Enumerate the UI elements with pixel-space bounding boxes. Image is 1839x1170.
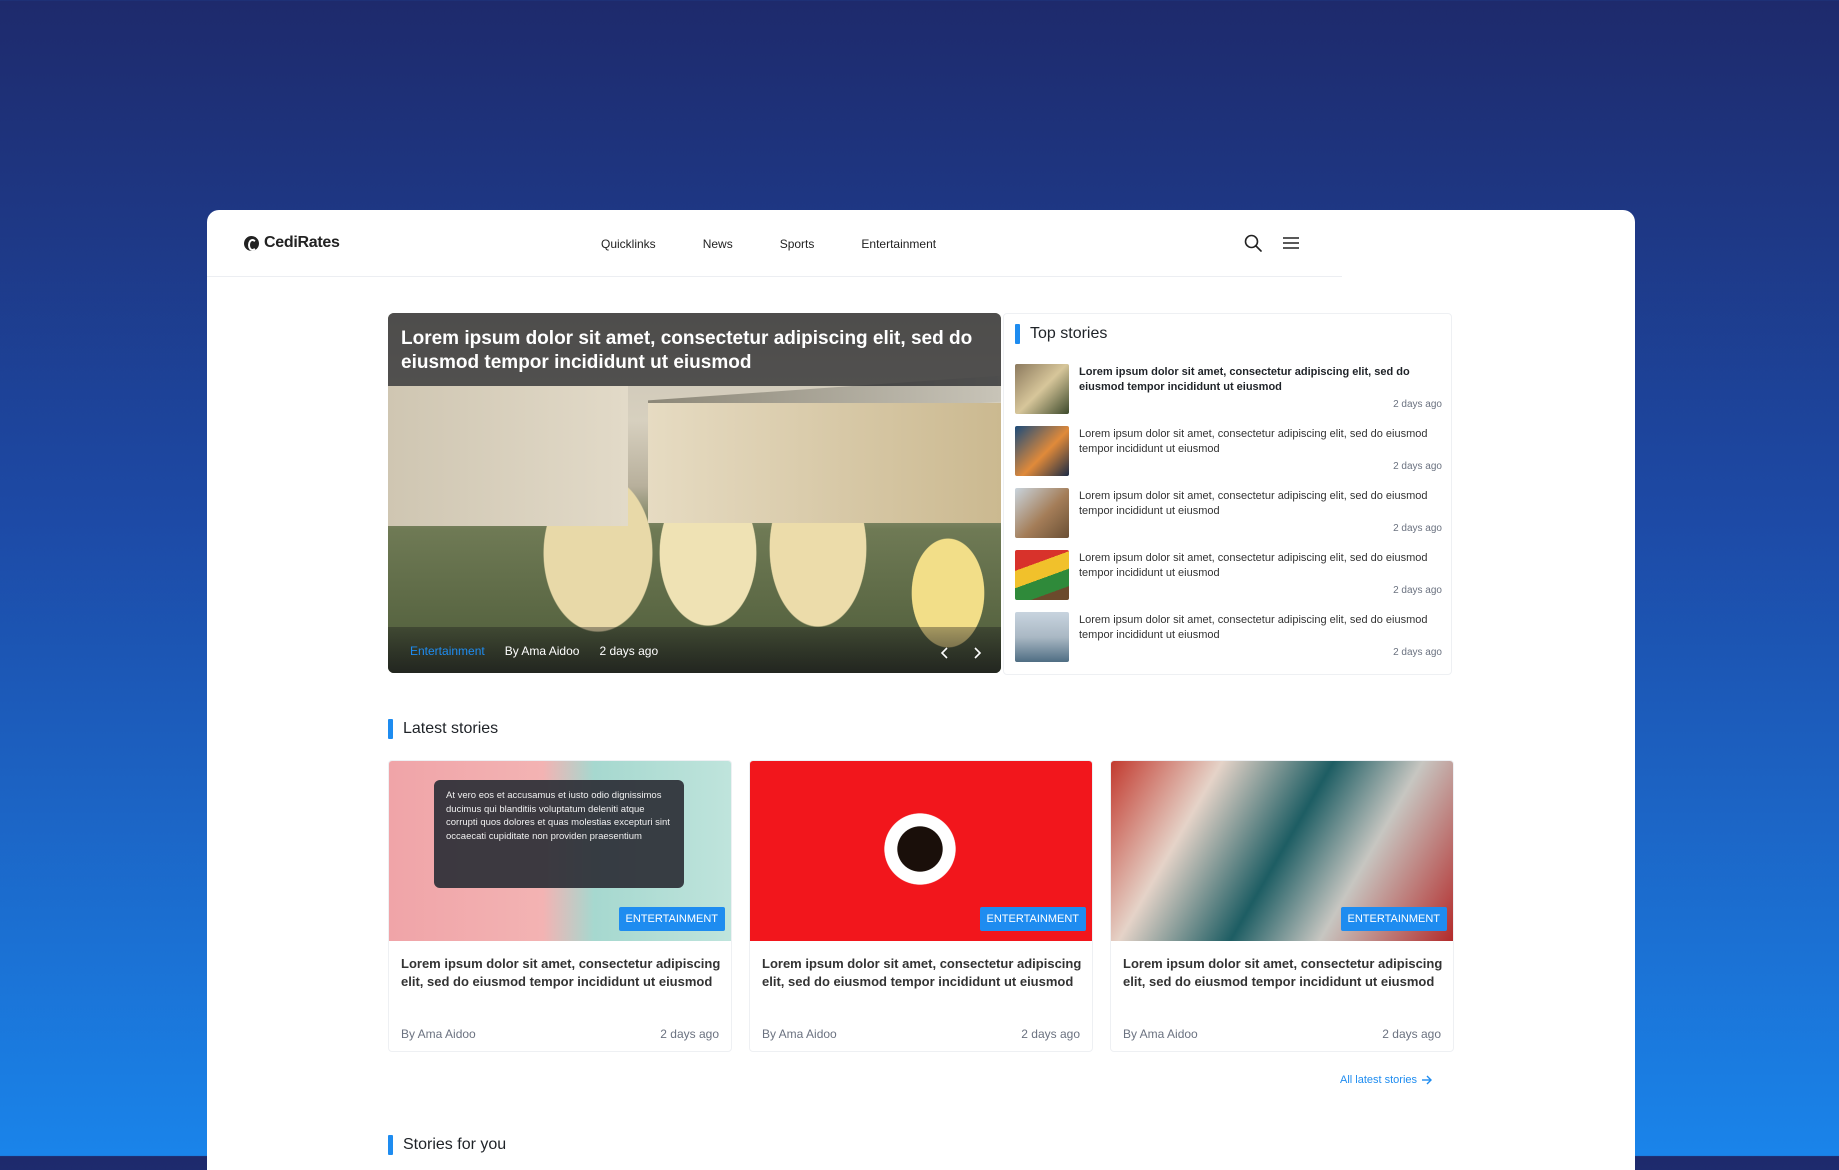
story-time: 2 days ago <box>1393 585 1442 596</box>
story-title: Lorem ipsum dolor sit amet, consectetur … <box>1079 490 1428 517</box>
all-latest-stories-label: All latest stories <box>1340 1074 1418 1086</box>
nav-link-quicklinks[interactable]: Quicklinks <box>601 237 656 251</box>
chevron-left-icon[interactable] <box>937 645 953 661</box>
top-stories-panel: Top stories Lorem ipsum dolor sit amet, … <box>1003 313 1452 675</box>
nav-links: Quicklinks News Sports Entertainment <box>601 237 983 251</box>
menu-icon[interactable] <box>1282 234 1300 252</box>
hero-category[interactable]: Entertainment <box>410 644 485 658</box>
story-title: Lorem ipsum dolor sit amet, consectetur … <box>1079 366 1410 393</box>
story-thumbnail <box>1015 612 1069 662</box>
accent-bar <box>388 1135 393 1155</box>
card-title: Lorem ipsum dolor sit amet, consectetur … <box>1123 956 1443 989</box>
card-title: Lorem ipsum dolor sit amet, consectetur … <box>401 956 721 989</box>
hero-footer: Entertainment By Ama Aidoo 2 days ago <box>388 627 1001 673</box>
story-title: Lorem ipsum dolor sit amet, consectetur … <box>1079 614 1428 641</box>
story-thumbnail <box>1015 550 1069 600</box>
latest-stories-title: Latest stories <box>403 720 499 737</box>
card-author: By Ama Aidoo <box>762 1027 837 1041</box>
cedi-logo-icon <box>244 235 259 251</box>
card-time: 2 days ago <box>1021 1027 1080 1041</box>
arrow-right-icon <box>1422 1075 1433 1085</box>
nav-link-entertainment[interactable]: Entertainment <box>861 237 936 251</box>
hero-title-overlay: Lorem ipsum dolor sit amet, consectetur … <box>388 313 1001 386</box>
card-author: By Ama Aidoo <box>1123 1027 1198 1041</box>
accent-bar <box>1015 324 1020 344</box>
chevron-right-icon[interactable] <box>969 645 985 661</box>
top-stories-title: Top stories <box>1030 325 1108 342</box>
hero-title[interactable]: Lorem ipsum dolor sit amet, consectetur … <box>401 327 986 375</box>
top-story-item[interactable]: Lorem ipsum dolor sit amet, consectetur … <box>1015 550 1442 602</box>
card-author: By Ama Aidoo <box>401 1027 476 1041</box>
story-time: 2 days ago <box>1393 647 1442 658</box>
top-navbar: CediRates Quicklinks News Sports Enterta… <box>207 210 1342 277</box>
hero-image-building <box>648 403 1001 523</box>
logo-text: CediRates <box>264 234 340 251</box>
top-story-item[interactable]: Lorem ipsum dolor sit amet, consectetur … <box>1015 364 1442 416</box>
hero-meta: Entertainment By Ama Aidoo 2 days ago <box>410 644 658 658</box>
stories-for-you-heading: Stories for you <box>388 1135 506 1155</box>
latest-story-card[interactable]: At vero eos et accusamus et iusto odio d… <box>388 760 732 1052</box>
hero-author: By Ama Aidoo <box>504 644 580 658</box>
category-badge[interactable]: ENTERTAINMENT <box>1340 907 1447 931</box>
hero-arrows <box>937 645 985 661</box>
hero-time: 2 days ago <box>599 644 659 658</box>
story-time: 2 days ago <box>1393 523 1442 534</box>
stories-for-you-title: Stories for you <box>403 1136 507 1153</box>
story-thumbnail <box>1015 488 1069 538</box>
story-thumbnail <box>1015 364 1069 414</box>
nav-link-sports[interactable]: Sports <box>780 237 815 251</box>
all-latest-stories-link[interactable]: All latest stories <box>1340 1074 1433 1086</box>
card-time: 2 days ago <box>1382 1027 1441 1041</box>
top-stories-heading: Top stories <box>1015 324 1107 344</box>
category-badge[interactable]: ENTERTAINMENT <box>618 907 725 931</box>
story-title: Lorem ipsum dolor sit amet, consectetur … <box>1079 428 1428 455</box>
top-story-item[interactable]: Lorem ipsum dolor sit amet, consectetur … <box>1015 488 1442 540</box>
latest-story-card[interactable]: ENTERTAINMENT Lorem ipsum dolor sit amet… <box>749 760 1093 1052</box>
story-time: 2 days ago <box>1393 461 1442 472</box>
card-tooltip: At vero eos et accusamus et iusto odio d… <box>434 780 684 888</box>
story-title: Lorem ipsum dolor sit amet, consectetur … <box>1079 552 1428 579</box>
search-icon[interactable] <box>1244 234 1262 252</box>
story-time: 2 days ago <box>1393 399 1442 410</box>
card-time: 2 days ago <box>660 1027 719 1041</box>
nav-link-news[interactable]: News <box>703 237 733 251</box>
latest-stories-heading: Latest stories <box>388 719 498 739</box>
latest-story-card[interactable]: ENTERTAINMENT Lorem ipsum dolor sit amet… <box>1110 760 1454 1052</box>
top-story-item[interactable]: Lorem ipsum dolor sit amet, consectetur … <box>1015 612 1442 664</box>
accent-bar <box>388 719 393 739</box>
category-badge[interactable]: ENTERTAINMENT <box>979 907 1086 931</box>
story-thumbnail <box>1015 426 1069 476</box>
nav-icons <box>1244 234 1300 252</box>
logo[interactable]: CediRates <box>244 234 340 252</box>
hero-carousel[interactable]: Lorem ipsum dolor sit amet, consectetur … <box>388 313 1001 673</box>
card-title: Lorem ipsum dolor sit amet, consectetur … <box>762 956 1082 989</box>
top-story-item[interactable]: Lorem ipsum dolor sit amet, consectetur … <box>1015 426 1442 478</box>
browser-frame: CediRates Quicklinks News Sports Enterta… <box>207 210 1635 1170</box>
hero-image-building <box>388 386 628 526</box>
